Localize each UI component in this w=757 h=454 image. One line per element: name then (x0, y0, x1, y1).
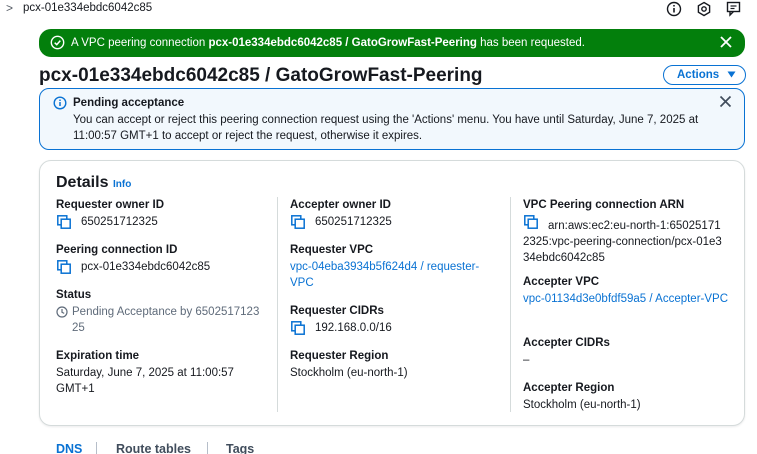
alert-title: Pending acceptance (73, 97, 185, 109)
field-label: Requester Region (290, 350, 389, 362)
tab-divider (96, 442, 97, 454)
field-value: 192.168.0.0/16 (315, 322, 392, 334)
close-icon[interactable] (719, 35, 733, 49)
top-bar: > pcx-01e334ebdc6042c85 (0, 0, 757, 19)
expiration-time-field: Expiration time Saturday, June 7, 2025 a… (56, 350, 256, 397)
copy-icon[interactable] (291, 321, 305, 335)
actions-label: Actions (677, 69, 720, 81)
success-check-icon (50, 35, 65, 50)
field-value: Stockholm (eu-north-1) (523, 399, 641, 411)
field-label: Expiration time (56, 350, 140, 362)
feedback-icon[interactable] (726, 1, 742, 17)
page-title: pcx-01e334ebdc6042c85 / GatoGrowFast-Pee… (39, 65, 483, 86)
accepter-owner-id-field: Accepter owner ID 650251712325 (290, 199, 500, 230)
copy-icon[interactable] (291, 215, 305, 229)
requester-region-field: Requester Region Stockholm (eu-north-1) (290, 350, 500, 381)
pending-clock-icon (56, 306, 68, 318)
status-field: Status Pending Acceptance by 6502517123 … (56, 289, 266, 336)
field-label: Accepter Region (523, 382, 615, 394)
accepter-vpc-field: Accepter VPC vpc-01134d3e0bfdf59a5 / Acc… (523, 276, 728, 307)
details-card: Details Info Requester owner ID 65025171… (39, 160, 745, 426)
requester-vpc-link[interactable]: vpc-04eba3934b5f624d4 / requester-VPC (290, 259, 495, 291)
status-value: Pending Acceptance by 6502517123 25 (72, 306, 260, 334)
close-icon[interactable] (719, 95, 732, 108)
field-label: VPC Peering connection ARN (523, 199, 685, 211)
alert-body: You can accept or reject this peering co… (73, 114, 699, 142)
vpc-peering-arn-field: VPC Peering connection ARN arn:aws:ec2:e… (523, 199, 738, 264)
breadcrumb-chevron-icon[interactable]: > (6, 1, 13, 15)
field-label: Peering connection ID (56, 244, 178, 256)
flash-message: A VPC peering connection pcx-01e334ebdc6… (71, 37, 585, 49)
field-value: Stockholm (eu-north-1) (290, 367, 408, 379)
tab-dns[interactable]: DNS (56, 442, 82, 454)
copy-icon[interactable] (57, 260, 71, 274)
column-divider (277, 197, 278, 412)
accepter-region-field: Accepter Region Stockholm (eu-north-1) (523, 382, 728, 413)
field-value: 650251712325 (315, 216, 392, 228)
tab-tags[interactable]: Tags (226, 442, 254, 454)
flash-connection-name: pcx-01e334ebdc6042c85 / GatoGrowFast-Pee… (208, 37, 477, 49)
info-link[interactable]: Info (113, 179, 131, 190)
field-value: pcx-01e334ebdc6042c85 (81, 261, 211, 273)
settings-icon[interactable] (696, 1, 712, 17)
field-label: Status (56, 289, 92, 301)
peering-connection-id-field: Peering connection ID pcx-01e334ebdc6042… (56, 244, 266, 275)
arn-value: arn:aws:ec2:eu-north-1:650251712325:vpc-… (523, 220, 722, 264)
field-value: Saturday, June 7, 2025 at 11:00:57 GMT+1 (56, 367, 234, 395)
field-label: Accepter owner ID (290, 199, 391, 211)
detail-tabs: DNS Route tables Tags (39, 440, 339, 454)
requester-cidrs-field: Requester CIDRs 192.168.0.0/16 (290, 305, 500, 336)
field-value: – (523, 354, 530, 366)
field-value: 650251712325 (81, 216, 158, 228)
pending-acceptance-alert: Pending acceptance You can accept or rej… (39, 88, 745, 150)
info-circle-icon (53, 96, 67, 110)
field-label: Accepter VPC (523, 276, 600, 288)
flash-suffix: has been requested. (476, 37, 585, 49)
tab-divider (207, 442, 208, 454)
breadcrumb-current: pcx-01e334ebdc6042c85 (23, 2, 153, 14)
requester-vpc-field: Requester VPC vpc-04eba3934b5f624d4 / re… (290, 244, 495, 291)
field-label: Requester CIDRs (290, 305, 384, 317)
requester-owner-id-field: Requester owner ID 650251712325 (56, 199, 266, 230)
info-icon[interactable] (666, 1, 682, 17)
column-divider (510, 197, 511, 412)
flash-prefix: A VPC peering connection (71, 37, 209, 49)
copy-icon[interactable] (57, 215, 71, 229)
details-heading: Details (56, 174, 109, 191)
field-label: Accepter CIDRs (523, 337, 610, 349)
accepter-cidrs-field: Accepter CIDRs – (523, 337, 728, 368)
success-flash-banner: A VPC peering connection pcx-01e334ebdc6… (39, 29, 745, 57)
accepter-vpc-link[interactable]: vpc-01134d3e0bfdf59a5 / Accepter-VPC (523, 291, 728, 307)
tab-route-tables[interactable]: Route tables (116, 442, 191, 454)
caret-down-icon (727, 71, 736, 78)
field-label: Requester VPC (290, 244, 374, 256)
actions-button[interactable]: Actions (663, 65, 746, 85)
field-label: Requester owner ID (56, 199, 164, 211)
